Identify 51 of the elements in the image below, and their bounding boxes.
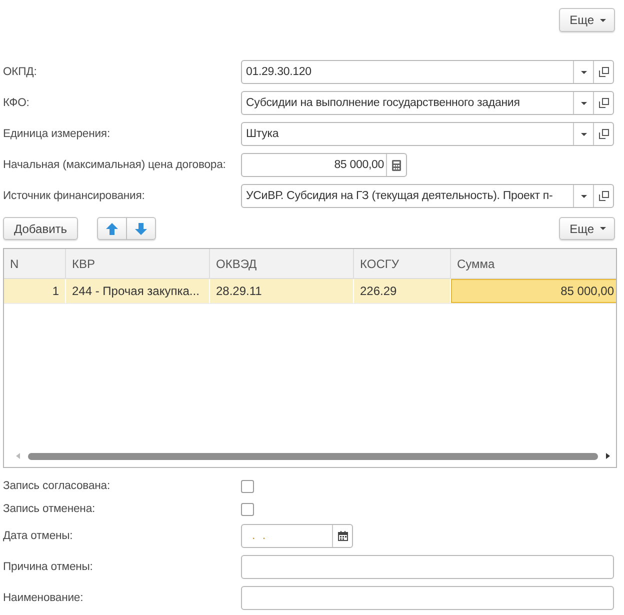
field-label: Источник финансирования: (2, 190, 146, 202)
checkbox[interactable] (241, 502, 254, 516)
move-up-button[interactable] (97, 217, 128, 240)
table-cell: 85 000,00 (451, 279, 616, 303)
caret-icon (580, 132, 586, 136)
field-label: Дата отмены: (2, 530, 74, 542)
text-field[interactable] (241, 555, 614, 579)
caret-icon (580, 70, 586, 74)
add-button[interactable]: Добавить (3, 217, 78, 240)
arrow-down-icon (135, 222, 148, 234)
column-header[interactable]: КВР (66, 249, 210, 278)
arrow-up-icon (106, 222, 118, 234)
more-button[interactable]: Еще (558, 217, 615, 240)
column-header[interactable]: КОСГУ (354, 249, 451, 278)
scrollbar-thumb[interactable] (28, 452, 598, 460)
field-label: Причина отмены: (2, 561, 94, 573)
caret-icon (580, 102, 586, 104)
column-header[interactable]: N (4, 249, 66, 278)
number-field[interactable]: 85 000,00 (241, 153, 407, 177)
open-icon (598, 67, 608, 77)
more-button[interactable]: Еще (558, 8, 615, 32)
open-icon (598, 191, 608, 201)
field-label: Единица измерения: (2, 128, 111, 140)
field-label: Начальная (максимальная) цена договора: (2, 159, 227, 171)
field-label: КФО: (2, 97, 30, 109)
combo-field[interactable]: Субсидии на выполнение государственного задания (241, 91, 614, 115)
open-icon (598, 129, 608, 139)
scroll-left-icon (16, 453, 20, 459)
table-row[interactable]: 1 244 - Прочая закупка... 28.29.11 226.29 85 000,00 (4, 279, 616, 304)
calendar-icon (338, 531, 348, 541)
column-header[interactable]: Сумма (451, 249, 616, 278)
field-label: Запись отменена: (2, 503, 96, 515)
caret-icon (600, 227, 606, 230)
field-label: ОКПД: (2, 66, 38, 78)
column-header[interactable]: ОКВЭД (210, 249, 354, 278)
table-cell: 244 - Прочая закупка... (66, 279, 210, 303)
table-cell: 1 (4, 279, 66, 303)
caret-icon (600, 18, 606, 22)
combo-field[interactable]: УСиВР. Субсидия на ГЗ (текущая деятельность). Проект п- (241, 184, 614, 208)
calculator-icon (392, 160, 401, 170)
field-label: Запись согласована: (2, 480, 111, 492)
checkbox[interactable] (241, 480, 254, 492)
open-icon (598, 98, 608, 108)
combo-field[interactable]: 01.29.30.120 (241, 60, 614, 84)
caret-icon (580, 194, 586, 198)
table-cell: 28.29.11 (210, 279, 354, 303)
scroll-right-icon (606, 453, 610, 459)
combo-field[interactable]: Штука (241, 122, 614, 146)
move-down-button[interactable] (127, 217, 156, 240)
text-field[interactable] (241, 586, 614, 610)
field-label: Наименование: (2, 592, 84, 604)
